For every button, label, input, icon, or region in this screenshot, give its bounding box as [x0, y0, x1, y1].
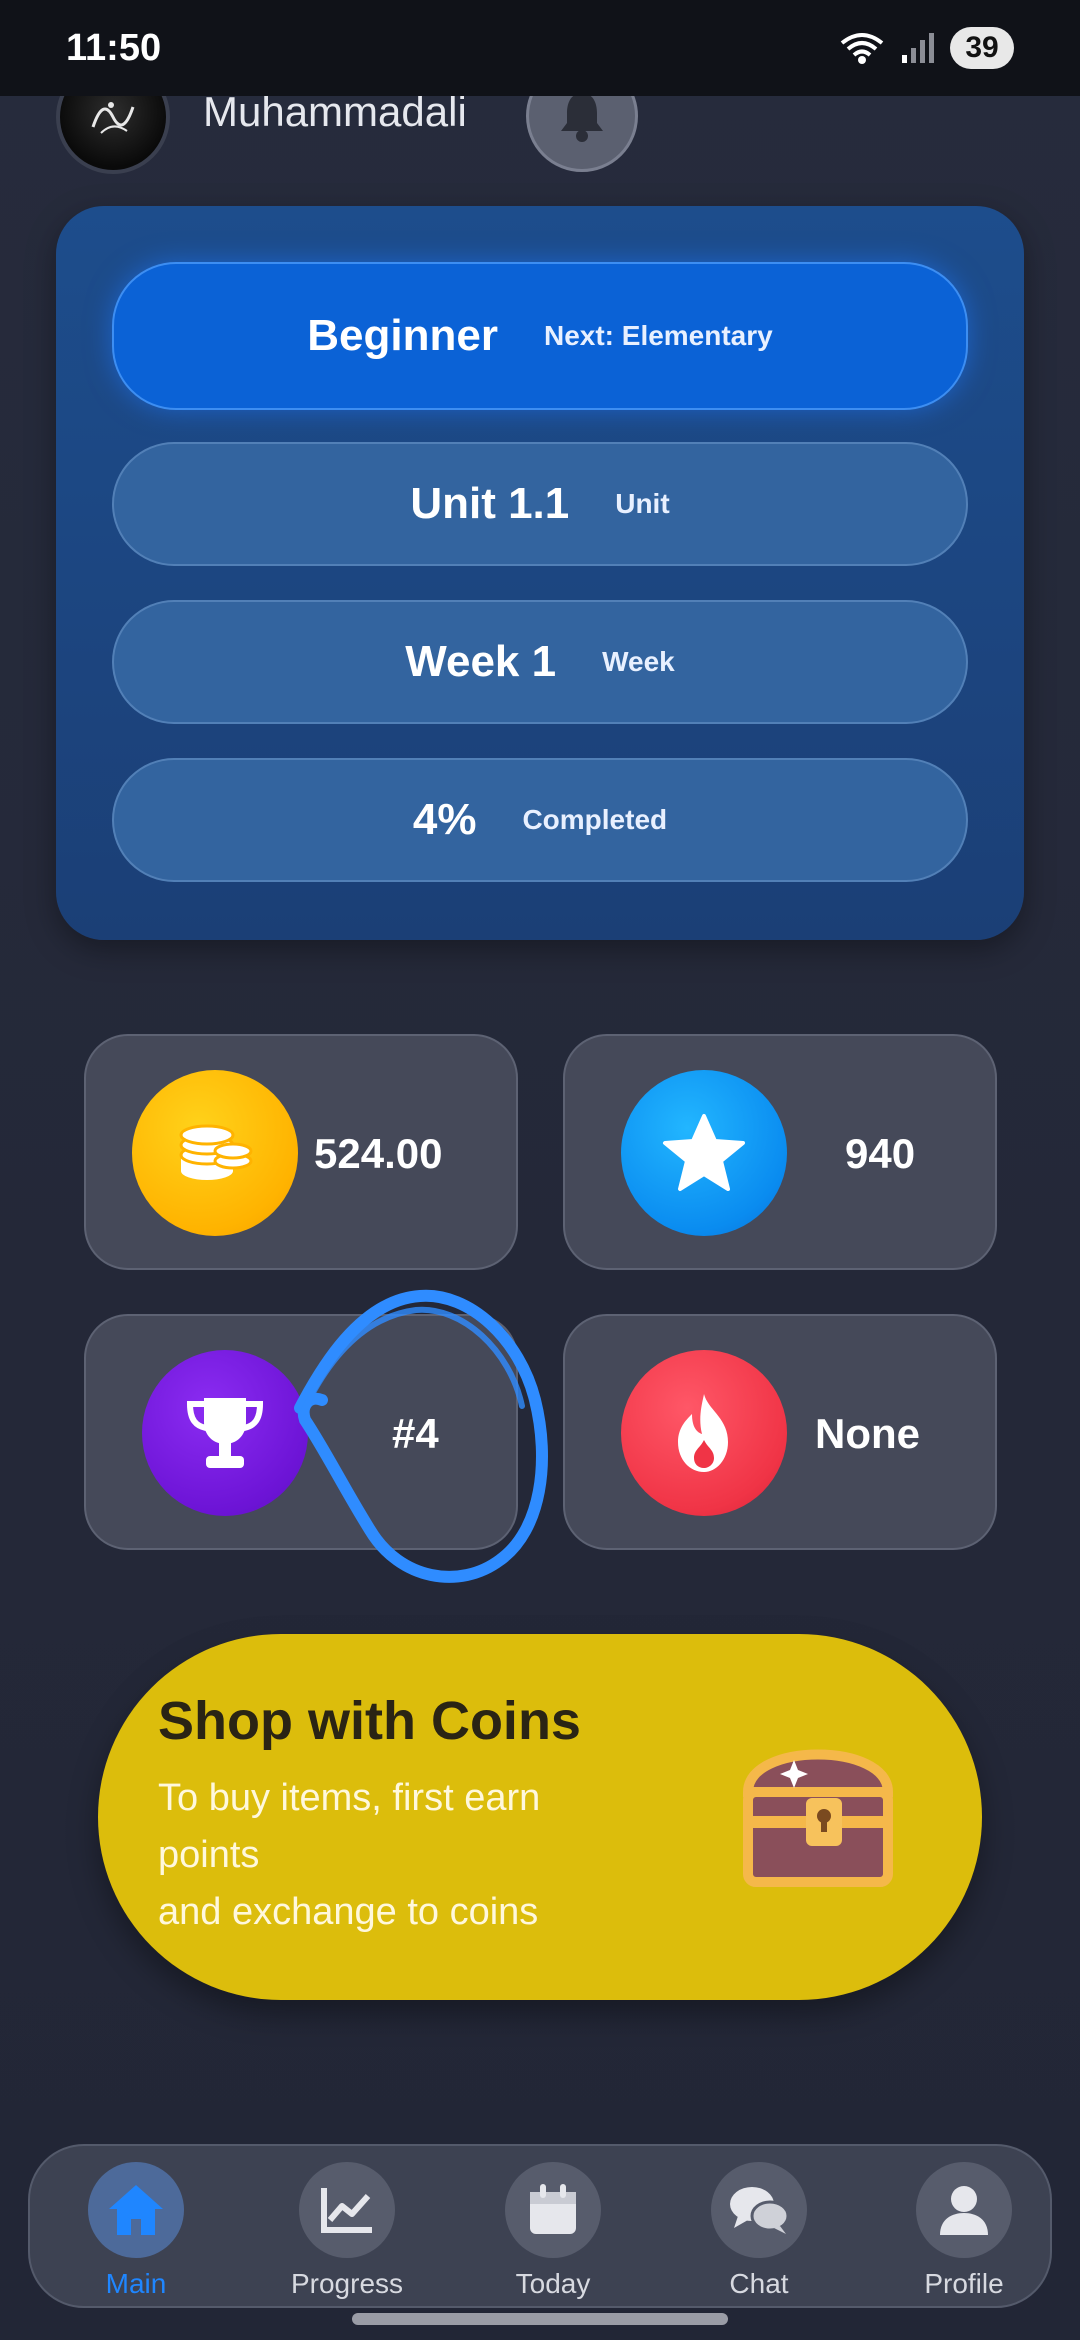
level-progress-card: Beginner Next: Elementary Unit 1.1 Unit … — [56, 206, 1024, 940]
shop-banner[interactable]: Shop with Coins To buy items, first earn… — [98, 1634, 982, 2000]
trophy-icon — [142, 1350, 308, 1516]
app-screen: 11:50 39 Muhammadali Beginner Next: Elem… — [0, 0, 1080, 2340]
stars-card[interactable]: 940 — [563, 1034, 997, 1270]
home-indicator[interactable] — [352, 2313, 728, 2325]
completion-label: Completed — [522, 804, 668, 835]
nav-label: Main — [105, 2268, 167, 2299]
nav-label: Today — [515, 2268, 591, 2299]
streak-card[interactable]: None — [563, 1314, 997, 1550]
star-icon — [621, 1070, 787, 1236]
calendar-icon — [505, 2162, 601, 2258]
chat-icon — [711, 2162, 807, 2258]
unit-pill[interactable]: Unit 1.1 Unit — [112, 442, 968, 566]
status-bar: 11:50 39 — [0, 0, 1080, 96]
stars-value: 940 — [845, 1130, 916, 1177]
treasure-chest-icon — [742, 1749, 894, 1887]
nav-profile[interactable]: Profile — [884, 2162, 1044, 2300]
unit-value: Unit 1.1 — [410, 479, 570, 528]
week-value: Week 1 — [405, 637, 557, 686]
shop-desc-line: To buy items, first earn — [158, 1777, 541, 1819]
nav-main[interactable]: Main — [56, 2162, 216, 2300]
rank-card[interactable]: #4 — [84, 1314, 518, 1550]
streak-value: None — [815, 1410, 920, 1457]
status-icons: 39 — [838, 27, 1014, 69]
completion-pill[interactable]: 4% Completed — [112, 758, 968, 882]
nav-label: Chat — [729, 2268, 789, 2299]
profile-icon — [916, 2162, 1012, 2258]
nav-label: Profile — [924, 2268, 1004, 2299]
coins-card[interactable]: 524.00 — [84, 1034, 518, 1270]
shop-desc-line: and exchange to coins — [158, 1891, 539, 1933]
week-pill[interactable]: Week 1 Week — [112, 600, 968, 724]
bottom-navigation: Main Progress Today Chat Profile — [28, 2144, 1052, 2308]
status-time: 11:50 — [66, 26, 162, 69]
flame-icon — [621, 1350, 787, 1516]
level-pill[interactable]: Beginner Next: Elementary — [112, 262, 968, 410]
coins-icon — [132, 1070, 298, 1236]
next-level: Next: Elementary — [543, 320, 773, 351]
week-label: Week — [602, 646, 675, 677]
bell-icon — [561, 93, 603, 142]
home-icon — [88, 2162, 184, 2258]
nav-progress[interactable]: Progress — [267, 2162, 427, 2300]
nav-label: Progress — [290, 2268, 404, 2299]
completion-value: 4% — [412, 795, 477, 844]
nav-chat[interactable]: Chat — [679, 2162, 839, 2300]
coins-value: 524.00 — [314, 1130, 443, 1177]
unit-label: Unit — [615, 488, 670, 519]
rank-value: #4 — [392, 1410, 439, 1457]
battery-indicator: 39 — [950, 27, 1014, 69]
shop-description: To buy items, first earn points and exch… — [158, 1770, 628, 1941]
chart-icon — [299, 2162, 395, 2258]
avatar-calligraphy-icon — [91, 102, 135, 134]
nav-today[interactable]: Today — [473, 2162, 633, 2300]
shop-title: Shop with Coins — [158, 1691, 581, 1751]
shop-desc-line: points — [158, 1834, 260, 1876]
wifi-icon — [840, 33, 884, 64]
signal-icon — [902, 33, 934, 63]
current-level: Beginner — [307, 311, 498, 360]
